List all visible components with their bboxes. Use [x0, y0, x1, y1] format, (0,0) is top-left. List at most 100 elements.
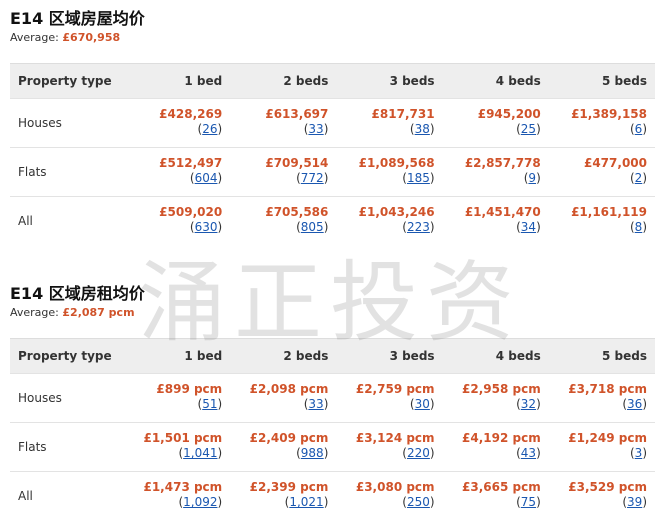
column-header[interactable]: 5 beds	[548, 63, 655, 99]
table-cell: £3,529 pcm (39)	[548, 471, 655, 520]
average-price: £2,098 pcm	[249, 382, 329, 396]
listing-count-link[interactable]: 25	[521, 122, 536, 136]
listing-count-link[interactable]: 30	[415, 397, 430, 411]
table-cell: £3,080 pcm (250)	[336, 471, 443, 520]
listing-count: (1,021)	[284, 495, 329, 509]
listing-count-link[interactable]: 9	[528, 171, 536, 185]
listing-count-link[interactable]: 1,021	[289, 495, 323, 509]
listing-count-link[interactable]: 33	[308, 122, 323, 136]
listing-count-link[interactable]: 32	[521, 397, 536, 411]
listing-count: (26)	[197, 122, 223, 136]
listing-count: (3)	[629, 446, 647, 460]
row-type-label: Flats	[10, 147, 124, 197]
column-header[interactable]: 2 beds	[230, 338, 337, 374]
table-cell: £509,020 (630)	[124, 196, 231, 245]
table-cell: £899 pcm (51)	[124, 373, 231, 423]
table-cell: £705,586 (805)	[230, 196, 337, 245]
average-price: £1,501 pcm	[143, 431, 223, 445]
table-cell: £2,098 pcm (33)	[230, 373, 337, 423]
listing-count: (75)	[516, 495, 541, 509]
listing-count-link[interactable]: 36	[627, 397, 642, 411]
listing-count: (630)	[189, 220, 223, 234]
table-row: Houses £428,269 (26) £613,697 (33) £817,731 (3…	[10, 98, 655, 148]
listing-count-link[interactable]: 805	[301, 220, 324, 234]
listing-count: (39)	[622, 495, 647, 509]
listing-count: (51)	[197, 397, 223, 411]
average-price: £3,718 pcm	[568, 382, 647, 396]
table-cell: £1,473 pcm (1,092)	[124, 471, 231, 520]
column-header[interactable]: 1 bed	[124, 338, 231, 374]
average-price: £1,089,568	[358, 156, 435, 170]
rent-section: E14 区域房租均价 Average: £2,087 pcm Property …	[10, 284, 655, 520]
listing-count-link[interactable]: 51	[202, 397, 217, 411]
average-price: £2,857,778	[464, 156, 541, 170]
table-cell: £3,665 pcm (75)	[442, 471, 549, 520]
listing-count-link[interactable]: 2	[635, 171, 643, 185]
average-price: £1,473 pcm	[143, 480, 223, 494]
listing-count-link[interactable]: 38	[415, 122, 430, 136]
row-type-label: Flats	[10, 422, 124, 472]
table-row: Flats £512,497 (604) £709,514 (772) £1,089,56…	[10, 147, 655, 197]
listing-count-link[interactable]: 1,041	[183, 446, 217, 460]
average-price: £1,161,119	[571, 205, 647, 219]
column-header[interactable]: 2 beds	[230, 63, 337, 99]
listing-count-link[interactable]: 8	[635, 220, 643, 234]
table-cell: £1,161,119 (8)	[548, 196, 655, 245]
table-row: All £509,020 (630) £705,586 (805) £1,043,246(…	[10, 196, 655, 245]
listing-count-link[interactable]: 988	[301, 446, 324, 460]
table-cell: £428,269 (26)	[124, 98, 231, 148]
average-price: £1,451,470	[464, 205, 541, 219]
listing-count-link[interactable]: 75	[521, 495, 536, 509]
average-price: £2,409 pcm	[249, 431, 329, 445]
table-cell: £613,697 (33)	[230, 98, 337, 148]
row-type-label: Houses	[10, 98, 124, 148]
listing-count-link[interactable]: 250	[407, 495, 430, 509]
listing-count-link[interactable]: 43	[521, 446, 536, 460]
listing-count: (772)	[296, 171, 329, 185]
average-price: £509,020	[159, 205, 223, 219]
listing-count-link[interactable]: 630	[195, 220, 218, 234]
rent-average-value: £2,087 pcm	[62, 306, 135, 319]
table-cell: £2,958 pcm (32)	[442, 373, 549, 423]
listing-count: (9)	[523, 171, 541, 185]
column-header: Property type	[10, 63, 124, 99]
column-header[interactable]: 4 beds	[442, 63, 549, 99]
average-price: £1,389,158	[571, 107, 647, 121]
listing-count-link[interactable]: 26	[202, 122, 217, 136]
listing-count-link[interactable]: 220	[407, 446, 430, 460]
average-price: £3,529 pcm	[568, 480, 647, 494]
table-cell: £1,389,158 (6)	[548, 98, 655, 148]
average-price: £2,759 pcm	[355, 382, 435, 396]
listing-count-link[interactable]: 6	[635, 122, 643, 136]
listing-count: (2)	[629, 171, 647, 185]
listing-count-link[interactable]: 3	[635, 446, 643, 460]
listing-count-link[interactable]: 185	[407, 171, 430, 185]
sale-average-value: £670,958	[62, 31, 121, 44]
row-type-label: Houses	[10, 373, 124, 423]
average-price: £3,124 pcm	[355, 431, 435, 445]
table-row: Houses £899 pcm (51) £2,098 pcm (33) £2,759 p…	[10, 373, 655, 423]
average-price: £477,000	[583, 156, 647, 170]
listing-count-link[interactable]: 772	[301, 171, 324, 185]
table-cell: £1,249 pcm (3)	[548, 422, 655, 472]
listing-count: (988)	[296, 446, 329, 460]
table-cell: £477,000 (2)	[548, 147, 655, 197]
table-cell: £1,089,568 (185)	[336, 147, 443, 197]
listing-count-link[interactable]: 604	[195, 171, 218, 185]
listing-count-link[interactable]: 33	[308, 397, 323, 411]
row-type-label: All	[10, 471, 124, 520]
average-price: £945,200	[477, 107, 541, 121]
listing-count-link[interactable]: 1,092	[183, 495, 217, 509]
listing-count-link[interactable]: 39	[627, 495, 642, 509]
listing-count: (33)	[303, 397, 329, 411]
column-header[interactable]: 4 beds	[442, 338, 549, 374]
column-header[interactable]: 3 beds	[336, 338, 443, 374]
average-price: £705,586	[265, 205, 329, 219]
listing-count-link[interactable]: 223	[407, 220, 430, 234]
table-cell: £1,501 pcm (1,041)	[124, 422, 231, 472]
column-header[interactable]: 3 beds	[336, 63, 443, 99]
column-header[interactable]: 1 bed	[124, 63, 231, 99]
column-header[interactable]: 5 beds	[548, 338, 655, 374]
listing-count-link[interactable]: 34	[521, 220, 536, 234]
table-cell: £3,718 pcm (36)	[548, 373, 655, 423]
